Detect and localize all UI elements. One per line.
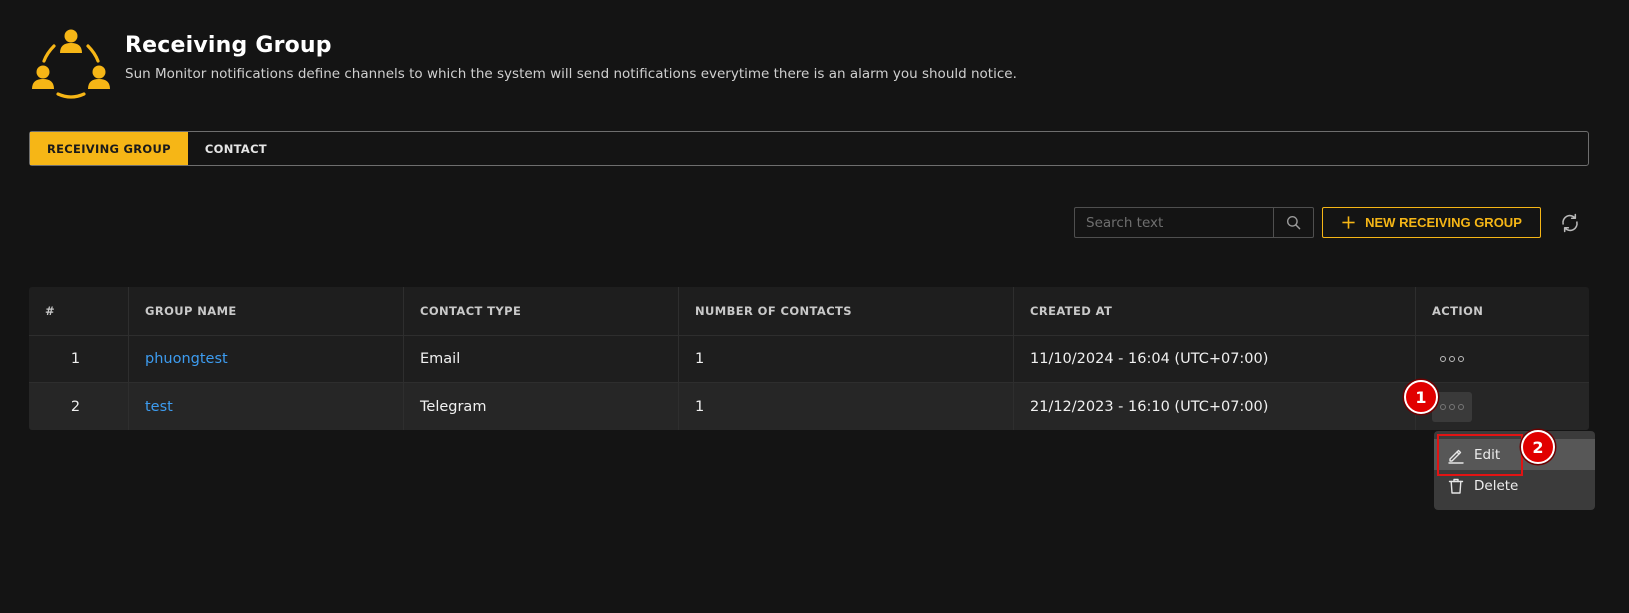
search-input[interactable] [1075,208,1273,237]
created-at: 21/12/2023 - 16:10 (UTC+07:00) [1014,383,1416,430]
page-subtitle: Sun Monitor notifications define channel… [125,66,1017,82]
trash-icon [1448,478,1464,494]
menu-item-delete[interactable]: Delete [1434,470,1595,501]
column-header-number-of-contacts: NUMBER OF CONTACTS [679,287,1014,335]
receiving-group-page: Receiving Group Sun Monitor notification… [0,0,1629,613]
new-receiving-group-label: NEW RECEIVING GROUP [1365,215,1522,230]
column-header-group-name: GROUP NAME [129,287,404,335]
number-of-contacts: 1 [679,383,1014,430]
people-group-icon [32,29,110,99]
more-actions-button[interactable] [1432,391,1472,422]
row-index: 1 [29,336,129,382]
menu-item-delete-label: Delete [1474,477,1519,494]
dot-icon [1458,403,1464,410]
contact-type: Telegram [404,383,679,430]
column-header-contact-type: CONTACT TYPE [404,287,679,335]
new-receiving-group-button[interactable]: NEW RECEIVING GROUP [1322,207,1541,238]
row-index: 2 [29,383,129,430]
table-header-row: # GROUP NAME CONTACT TYPE NUMBER OF CONT… [29,287,1589,336]
tab-contact[interactable]: CONTACT [188,132,284,165]
number-of-contacts: 1 [679,336,1014,382]
tab-bar: RECEIVING GROUP CONTACT [29,131,1589,166]
table-row: 2 test Telegram 1 21/12/2023 - 16:10 (UT… [29,383,1589,430]
more-actions-button[interactable] [1432,344,1472,374]
search-button[interactable] [1273,208,1313,237]
step-marker-1: 1 [1404,380,1438,414]
dot-icon [1449,403,1455,410]
plus-icon [1342,216,1355,229]
dot-icon [1449,356,1455,362]
step-marker-2: 2 [1521,430,1555,464]
menu-item-edit-label: Edit [1474,446,1501,463]
column-header-action: ACTION [1432,304,1484,318]
created-at: 11/10/2024 - 16:04 (UTC+07:00) [1014,336,1416,382]
dot-icon [1440,403,1446,410]
column-header-created-at: CREATED AT [1014,287,1416,335]
pencil-icon [1448,449,1464,464]
page-title: Receiving Group [125,33,332,58]
group-name-link[interactable]: phuongtest [145,351,228,367]
table-row: 1 phuongtest Email 1 11/10/2024 - 16:04 … [29,336,1589,383]
dot-icon [1458,356,1464,362]
tab-receiving-group[interactable]: RECEIVING GROUP [30,132,188,165]
refresh-icon[interactable] [1559,212,1581,234]
dot-icon [1440,356,1446,362]
group-name-link[interactable]: test [145,399,173,415]
search-box [1074,207,1314,238]
search-icon [1286,215,1301,230]
receiving-group-table: # GROUP NAME CONTACT TYPE NUMBER OF CONT… [29,287,1589,430]
action-dropdown-menu: Edit Delete [1434,431,1595,510]
column-header-index: # [29,287,129,335]
contact-type: Email [404,336,679,382]
menu-item-edit[interactable]: Edit [1434,439,1595,470]
